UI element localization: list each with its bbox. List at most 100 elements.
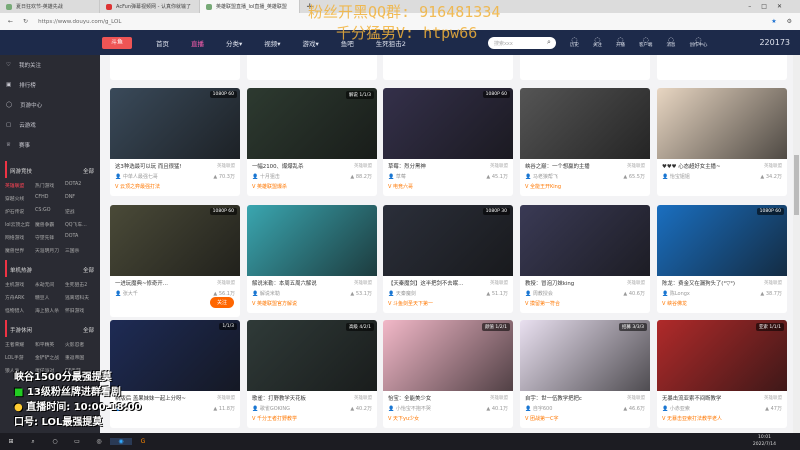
nav-creator[interactable]: ◌ 创作中心 [689,36,707,49]
nav-follow[interactable]: ◌ 关注 [593,36,602,49]
refresh-icon[interactable]: ↻ [23,18,28,25]
streamer-name[interactable]: 👤 小怡宝不抱不哭 [388,404,431,414]
game-link[interactable]: 魔兽世界 [5,247,35,254]
cortana-icon[interactable]: ○ [44,438,66,445]
room-card-partial[interactable] [657,55,787,80]
game-link[interactable]: 生死狙击2 [65,281,95,288]
search-icon[interactable]: ⌕ [22,438,44,446]
room-card[interactable]: 1080P 30 【天秦魔剑】这半把剑不去眠… 英雄联盟 👤 天秦魔剑 ▲ 51.1万 V… [383,205,513,313]
streamer-name[interactable]: 👤 张大千 [115,289,138,299]
room-title[interactable]: 草莓：烈分黑神 [388,162,426,172]
game-link[interactable]: 逃离塔科夫 [65,294,95,301]
streamer-name[interactable]: 👤 怡宝姐姐 [662,172,690,182]
game-link[interactable]: 重返帝国 [65,354,95,361]
streamer-name[interactable]: 👤 歌雀GOKING [252,404,290,414]
douyu-logo[interactable]: 斗鱼 [102,36,132,49]
room-title[interactable]: 陈龙：费金又在漏狗头了(°▽°) [662,279,735,289]
game-link[interactable]: CS:GO [35,208,65,215]
game-link[interactable]: 海上狼人杀 [35,307,65,314]
room-thumbnail[interactable]: 亚索 1/1/1 [657,320,787,391]
room-title[interactable]: 一进玩魔典~修奇开… [115,279,168,289]
sidebar-item[interactable]: ♕ 赛事 [0,135,100,155]
search-input[interactable]: 搜索xxx ⌕ [487,36,556,49]
streamer-name[interactable]: 👤 解说米勒 [252,289,280,299]
room-thumbnail[interactable]: 高级 4/2/1 [247,320,377,391]
room-thumbnail[interactable]: 颜值 1/2/1 [383,320,513,391]
browser-tab[interactable]: AcFun弹幕视频网 - 认真你就输了 [100,0,200,13]
streamer-name[interactable]: 👤 草莓 [388,172,406,182]
room-title[interactable]: 教授：冒泡刀妹king [525,279,574,289]
streamer-name[interactable]: 👤 天秦魔剑 [388,289,416,299]
sidebar-item[interactable]: ♡ 我的关注 [0,55,100,75]
extensions-icon[interactable]: ⚙ [787,18,792,25]
room-title[interactable]: 【天秦魔剑】这半把剑不去眠… [388,279,463,289]
section-more-link[interactable]: 全部 [83,167,94,175]
streamer-name[interactable]: 👤 周教授会 [525,289,553,299]
room-thumbnail[interactable]: 1080P 30 [383,205,513,276]
task-view-icon[interactable]: ▭ [66,438,88,445]
game-link[interactable]: 怀旧游戏 [65,307,95,314]
room-thumbnail[interactable] [657,88,787,159]
room-card[interactable]: 1080P 60 一进玩魔典~修奇开… 英雄联盟 👤 张大千 ▲ 56.1万 关注 [110,205,240,317]
back-icon[interactable]: ← [8,18,13,25]
game-link[interactable]: 穿越火线 [5,195,35,202]
room-card[interactable]: 教授：冒泡刀妹king 英雄联盟 👤 周教授会 ▲ 40.6万 V 摸留第一符合 [520,205,650,313]
game-link[interactable]: 糖豆人 [35,294,65,301]
scrollbar[interactable] [793,55,800,433]
game-link[interactable]: 主机游戏 [5,281,35,288]
nav-live[interactable]: ◌ 开播 [616,36,625,49]
app-icon[interactable]: ◎ [88,438,110,445]
room-title[interactable]: ♥♥♥ 心态超好女主播~ [662,162,720,172]
room-title[interactable]: 无暴击流亚索不间断教学 [662,394,721,404]
browser-tab[interactable]: 夏日狂欢节-英雄先战 [0,0,100,13]
game-link[interactable]: 网络游戏 [5,234,35,241]
game-link[interactable]: lol云顶之弈 [5,221,35,228]
game-link[interactable]: 金铲铲之战 [35,354,65,361]
room-card[interactable]: ♥♥♥ 心态超好女主播~ 英雄联盟 👤 怡宝姐姐 ▲ 34.2万 [657,88,787,196]
room-card-partial[interactable] [247,55,377,80]
browser-tab-active[interactable]: 英雄联盟直播_lol直播_英雄联盟 [200,0,300,13]
room-card[interactable]: 1080P 60 陈龙：费金又在漏狗头了(°▽°) 英雄联盟 👤 陈Longx ▲ 38… [657,205,787,313]
room-card[interactable]: 亚索 1/1/1 无暴击流亚索不间断教学 英雄联盟 👤 小赤亚索 ▲ 47万 V 无暴击亚… [657,320,787,428]
game-link[interactable]: 王者荣耀 [5,341,35,348]
game-link[interactable]: LOL手游 [5,354,35,361]
room-card[interactable]: 解说 1/1/3 一幅2100、爆爆乱杀 英雄联盟 👤 十月狙击 ▲ 88.2万 V 英雄… [247,88,377,196]
streamer-name[interactable]: 👤 陈Longx [662,289,690,299]
room-card-partial[interactable] [520,55,650,80]
room-card-partial[interactable] [110,55,240,80]
room-title[interactable]: 自宇：世一伍教学把把c [525,394,582,404]
game-link[interactable]: 逆战 [65,208,95,215]
game-link[interactable]: 守望先锋 [35,234,65,241]
room-title[interactable]: 解说米勒：本周五周六解说 [252,279,317,289]
sidebar-item[interactable]: ▣ 排行榜 [0,75,100,95]
window-controls[interactable]: –□✕ [748,3,800,10]
room-card[interactable]: 1080P 60 这3种选最可以玩 而且很猛! 英雄联盟 👤 中单人最强七哥 ▲ 70.… [110,88,240,196]
streamer-name[interactable]: 👤 十月狙击 [252,172,280,182]
game-link[interactable]: DOTA2 [65,182,95,189]
clock[interactable]: 10:01 2022/7/14 [753,434,776,448]
nav-home[interactable]: 首页 [156,38,169,48]
room-title[interactable]: 歌雀：打野教学天花板 [252,394,306,404]
game-link[interactable]: QQ飞车... [65,221,95,228]
game-link[interactable]: 方舟ARK [5,294,35,301]
game-link[interactable]: 三国杀 [65,247,95,254]
nav-category[interactable]: 分类▾ [226,38,242,48]
room-card[interactable]: 招募 3/3/3 自宇：世一伍教学把把c 英雄联盟 👤 自宇600 ▲ 46.6万 V 团… [520,320,650,428]
room-thumbnail[interactable]: 解说 1/1/3 [247,88,377,159]
room-card[interactable]: 颜值 1/2/1 怡宝：全能美少女 英雄联盟 👤 小怡宝不抱不哭 ▲ 40.1万 V 天下… [383,320,513,428]
room-thumbnail[interactable]: 招募 3/3/3 [520,320,650,391]
room-title[interactable]: 峡谷之巅：一个想赢的主播 [525,162,590,172]
streamer-name[interactable]: 👤 马老狼帮飞 [525,172,558,182]
sidebar-item[interactable]: ◯ 页游中心 [0,95,100,115]
nav-message[interactable]: ◌ 消息 [666,36,675,49]
room-thumbnail[interactable]: 1080P 60 [110,88,240,159]
room-title[interactable]: 一幅2100、爆爆乱杀 [252,162,303,172]
browser-g-icon[interactable]: G [132,438,154,445]
room-thumbnail[interactable] [247,205,377,276]
room-title[interactable]: 怡宝：全能美少女 [388,394,431,404]
section-more-link[interactable]: 全部 [83,326,94,334]
game-link[interactable]: 永劫无间 [35,281,65,288]
game-link[interactable]: 英雄联盟 [5,182,35,189]
room-thumbnail[interactable]: 1080P 60 [110,205,240,276]
game-link[interactable]: DNF [65,195,95,202]
